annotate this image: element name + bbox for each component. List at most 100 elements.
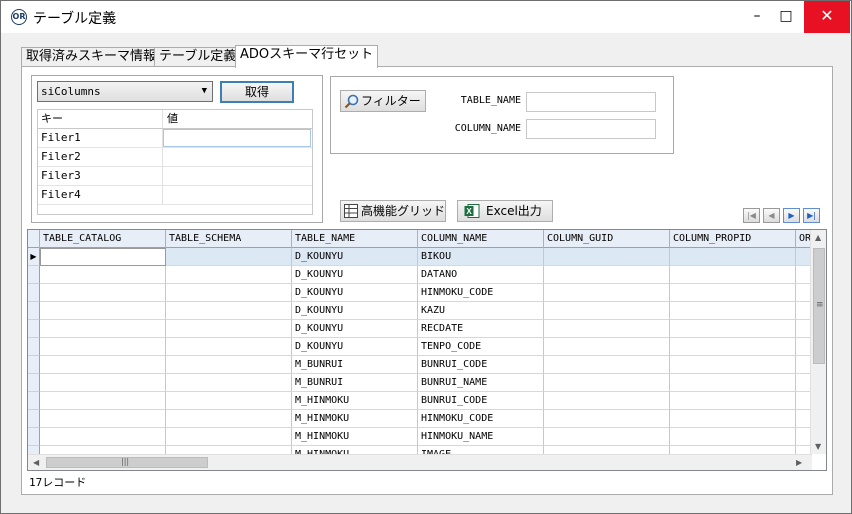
table-cell[interactable]: TENPO_CODE (418, 338, 544, 356)
table-cell[interactable] (544, 248, 670, 266)
row-header[interactable] (28, 320, 40, 338)
table-row[interactable]: ▶ D_KOUNYU BIKOU (28, 248, 812, 266)
table-cell[interactable] (670, 356, 796, 374)
row-header[interactable] (28, 410, 40, 428)
close-button[interactable]: ✕ (804, 1, 850, 33)
table-cell[interactable] (40, 428, 166, 446)
table-cell[interactable]: HINMOKU_NAME (418, 428, 544, 446)
table-cell[interactable] (670, 374, 796, 392)
table-cell[interactable] (544, 302, 670, 320)
filter-button[interactable]: フィルター (340, 90, 426, 112)
table-cell[interactable] (40, 320, 166, 338)
horizontal-scrollbar[interactable]: ◀ ||| ▶ (28, 454, 812, 470)
table-cell[interactable]: M_HINMOKU (292, 428, 418, 446)
column-header[interactable]: COLUMN_PROPID (670, 230, 796, 248)
table-cell[interactable] (544, 428, 670, 446)
schema-rowset-grid[interactable]: TABLE_CATALOG TABLE_SCHEMA TABLE_NAME CO… (27, 229, 827, 471)
table-cell[interactable] (40, 266, 166, 284)
table-cell[interactable] (166, 266, 292, 284)
row-header[interactable] (28, 428, 40, 446)
row-header[interactable] (28, 284, 40, 302)
schema-select[interactable]: siColumns ▼ (37, 81, 213, 102)
scroll-up-icon[interactable]: ▲ (815, 233, 821, 242)
row-header[interactable]: ▶ (28, 248, 40, 266)
table-cell[interactable] (544, 392, 670, 410)
table-cell[interactable] (670, 410, 796, 428)
table-cell[interactable] (40, 248, 166, 266)
table-cell[interactable]: M_BUNRUI (292, 356, 418, 374)
high-function-grid-button[interactable]: 高機能グリッド (340, 200, 446, 222)
table-cell[interactable] (166, 428, 292, 446)
table-cell[interactable]: BUNRUI_CODE (418, 356, 544, 374)
scroll-right-icon[interactable]: ▶ (796, 458, 802, 467)
restriction-row[interactable]: Filer2 (38, 148, 312, 167)
restriction-row[interactable]: Filer4 (38, 186, 312, 205)
table-cell[interactable]: D_KOUNYU (292, 266, 418, 284)
table-cell[interactable]: D_KOUNYU (292, 248, 418, 266)
table-cell[interactable]: D_KOUNYU (292, 284, 418, 302)
table-cell[interactable] (166, 338, 292, 356)
nav-last-button[interactable]: ▶| (803, 208, 820, 223)
table-cell[interactable] (166, 248, 292, 266)
table-cell[interactable]: BUNRUI_NAME (418, 374, 544, 392)
row-header[interactable] (28, 266, 40, 284)
column-header[interactable]: TABLE_CATALOG (40, 230, 166, 248)
table-cell[interactable]: KAZU (418, 302, 544, 320)
table-cell[interactable]: BIKOU (418, 248, 544, 266)
column-name-input[interactable] (526, 119, 656, 139)
table-row[interactable]: D_KOUNYU HINMOKU_CODE (28, 284, 812, 302)
table-cell[interactable] (670, 392, 796, 410)
table-cell[interactable]: M_BUNRUI (292, 374, 418, 392)
table-cell[interactable]: HINMOKU_CODE (418, 410, 544, 428)
nav-next-button[interactable]: ▶ (783, 208, 800, 223)
horizontal-scroll-thumb[interactable]: ||| (46, 457, 208, 468)
table-cell[interactable] (670, 302, 796, 320)
scroll-left-icon[interactable]: ◀ (33, 458, 39, 467)
table-cell[interactable] (670, 428, 796, 446)
table-cell[interactable] (40, 338, 166, 356)
restriction-row[interactable]: Filer1 (38, 129, 312, 148)
tab-table-definition[interactable]: テーブル定義 (154, 47, 242, 67)
table-cell[interactable]: D_KOUNYU (292, 338, 418, 356)
table-cell[interactable] (40, 284, 166, 302)
table-cell[interactable]: RECDATE (418, 320, 544, 338)
table-row[interactable]: M_HINMOKU BUNRUI_CODE (28, 392, 812, 410)
column-header[interactable]: COLUMN_NAME (418, 230, 544, 248)
column-header[interactable]: TABLE_NAME (292, 230, 418, 248)
table-cell[interactable] (166, 392, 292, 410)
table-cell[interactable] (40, 374, 166, 392)
tab-ado-schema-rowset[interactable]: ADOスキーマ行セット (235, 45, 379, 68)
table-row[interactable]: D_KOUNYU DATANO (28, 266, 812, 284)
table-row[interactable]: M_HINMOKU HINMOKU_NAME (28, 428, 812, 446)
table-cell[interactable]: D_KOUNYU (292, 320, 418, 338)
nav-prev-button[interactable]: ◀ (763, 208, 780, 223)
row-header[interactable] (28, 392, 40, 410)
column-header[interactable]: TABLE_SCHEMA (166, 230, 292, 248)
row-header[interactable] (28, 356, 40, 374)
restriction-value-input[interactable] (163, 129, 311, 147)
table-cell[interactable] (544, 338, 670, 356)
table-name-input[interactable] (526, 92, 656, 112)
table-cell[interactable] (166, 374, 292, 392)
table-cell[interactable] (670, 248, 796, 266)
table-cell[interactable]: BUNRUI_CODE (418, 392, 544, 410)
table-row[interactable]: D_KOUNYU KAZU (28, 302, 812, 320)
table-row[interactable]: D_KOUNYU TENPO_CODE (28, 338, 812, 356)
restriction-row[interactable]: Filer3 (38, 167, 312, 186)
table-cell[interactable] (40, 392, 166, 410)
table-cell[interactable] (670, 284, 796, 302)
row-header[interactable] (28, 338, 40, 356)
table-row[interactable]: M_HINMOKU HINMOKU_CODE (28, 410, 812, 428)
table-row[interactable]: D_KOUNYU RECDATE (28, 320, 812, 338)
table-cell[interactable] (166, 356, 292, 374)
table-cell[interactable] (670, 266, 796, 284)
excel-export-button[interactable]: X Excel出力 (457, 200, 553, 222)
table-cell[interactable] (544, 410, 670, 428)
row-header[interactable] (28, 374, 40, 392)
table-cell[interactable]: DATANO (418, 266, 544, 284)
table-cell[interactable] (670, 320, 796, 338)
column-header[interactable]: COLUMN_GUID (544, 230, 670, 248)
scroll-down-icon[interactable]: ▼ (815, 442, 821, 451)
fetch-button[interactable]: 取得 (220, 81, 294, 103)
table-cell[interactable] (166, 320, 292, 338)
